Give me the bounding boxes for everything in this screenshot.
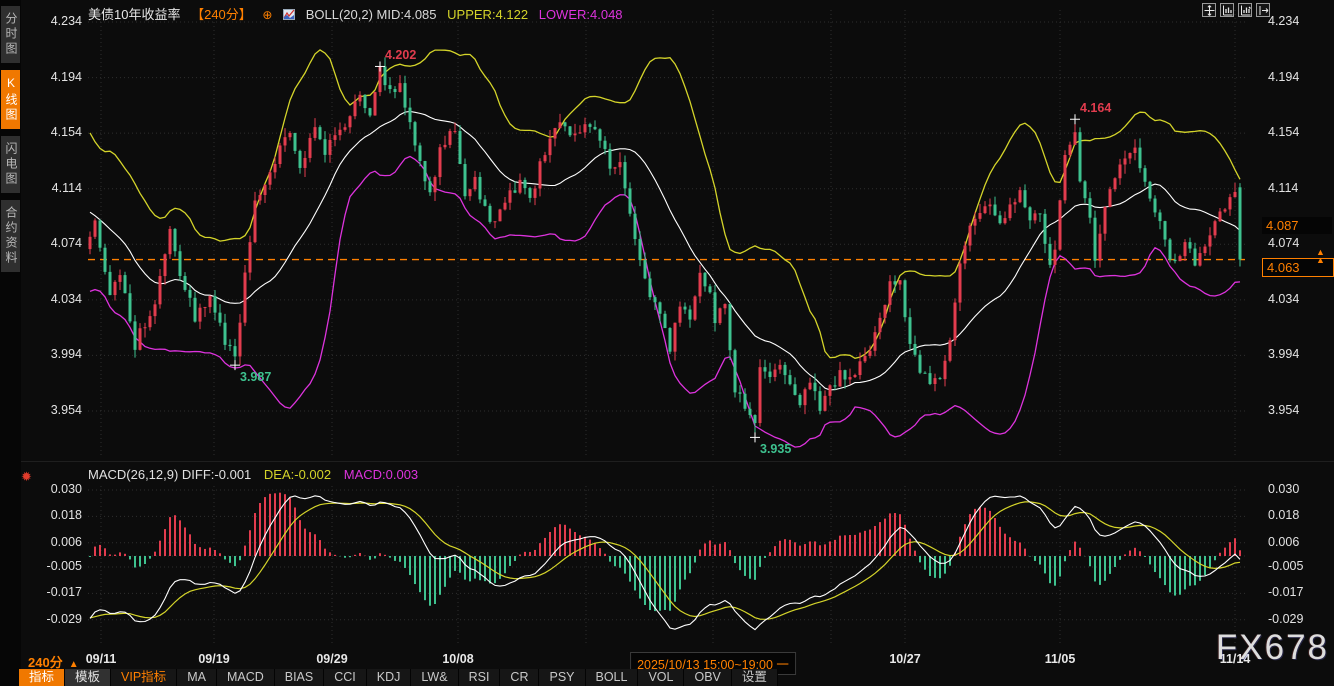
y-axis-label-right: 4.034 — [1268, 292, 1334, 306]
x-axis-date-label: 09/19 — [198, 652, 229, 666]
y-axis-label-right: 4.194 — [1268, 70, 1334, 84]
indicator-tab[interactable]: MA — [177, 669, 217, 686]
indicator-tab[interactable]: PSY — [539, 669, 585, 686]
y-axis-label-right: 4.114 — [1268, 181, 1334, 195]
macd-settings-icon[interactable]: ✹ — [21, 469, 32, 485]
macd-axis-label-right: 0.030 — [1268, 482, 1334, 496]
x-axis-date-label: 10/27 — [889, 652, 920, 666]
macd-axis-label-right: -0.017 — [1268, 585, 1334, 599]
sidebar-tab-item[interactable]: 合约资料 — [1, 200, 20, 272]
macd-dea-readout: DEA:-0.002 — [264, 467, 331, 482]
macd-axis-label-right: -0.029 — [1268, 612, 1334, 626]
pan-tool-button[interactable] — [1202, 3, 1216, 17]
y-axis-label-right: 3.954 — [1268, 403, 1334, 417]
current-price-tag: 4.087 — [1262, 217, 1332, 234]
macd-axis-label-right: 0.006 — [1268, 535, 1334, 549]
step-right-button[interactable] — [1256, 3, 1270, 17]
chart-title-row: 美债10年收益率 【240分】 ⊕ BOLL(20,2) MID:4.085 U… — [88, 4, 630, 20]
x-axis-date-label: 09/29 — [316, 652, 347, 666]
indicator-tab[interactable]: RSI — [459, 669, 501, 686]
price-up-arrow-icon: ▲▲ — [1316, 248, 1325, 264]
boll-upper-readout: UPPER:4.122 — [447, 7, 528, 22]
indicator-tab[interactable]: CR — [500, 669, 539, 686]
indicator-toolbar: 指标模板VIP指标MAMACDBIASCCIKDJLW&RSICRPSYBOLL… — [19, 669, 778, 686]
indicator-tab[interactable]: CCI — [324, 669, 367, 686]
macd-axis-label-right: -0.005 — [1268, 559, 1334, 573]
symbol-name: 美债10年收益率 — [88, 7, 180, 22]
sidebar-tab-selected[interactable]: K线图 — [1, 70, 20, 129]
high-price-annotation: 4.202 — [385, 48, 416, 62]
macd-value-readout: MACD:0.003 — [344, 467, 418, 482]
high-price-annotation: 4.164 — [1080, 101, 1111, 115]
indicator-tab[interactable]: VIP指标 — [111, 669, 177, 686]
indicator-tab[interactable]: 设置 — [732, 669, 778, 686]
x-axis-date-label: 11/05 — [1045, 652, 1076, 666]
indicator-tab[interactable]: KDJ — [367, 669, 412, 686]
x-axis-date-label: 09/11 — [86, 652, 117, 666]
macd-header: MACD(26,12,9) DIFF:-0.001 DEA:-0.002 MAC… — [88, 467, 427, 482]
y-axis-label-right: 4.154 — [1268, 125, 1334, 139]
indicator-tab[interactable]: BIAS — [275, 669, 325, 686]
sidebar-tab-item[interactable]: 闪电图 — [1, 136, 20, 193]
kline-chart-canvas[interactable] — [0, 0, 1334, 686]
macd-axis-label-right: 0.018 — [1268, 508, 1334, 522]
mini-chart-icon — [283, 8, 295, 19]
indicator-tab[interactable]: LW& — [411, 669, 458, 686]
chart-application: 分时图 K线图闪电图合约资料 美债10年收益率 【240分】 ⊕ BOLL(20,… — [0, 0, 1334, 686]
target-icon[interactable]: ⊕ — [262, 8, 272, 22]
indicator-tab[interactable]: 指标 — [19, 669, 65, 686]
indicator-tab[interactable]: 模板 — [65, 669, 111, 686]
y-axis-label-right: 3.994 — [1268, 347, 1334, 361]
scale-axis-left-button[interactable] — [1220, 3, 1234, 17]
macd-diff-readout: MACD(26,12,9) DIFF:-0.001 — [88, 467, 251, 482]
panel-divider — [21, 461, 1334, 462]
sidebar-tab-item[interactable]: 分时图 — [1, 6, 20, 63]
boll-mid-readout: BOLL(20,2) MID:4.085 — [306, 7, 437, 22]
scale-axis-right-button[interactable] — [1238, 3, 1252, 17]
indicator-tab[interactable]: MACD — [217, 669, 275, 686]
indicator-tab[interactable]: VOL — [638, 669, 684, 686]
period-badge: 【240分】 — [191, 7, 252, 22]
low-price-annotation: 3.935 — [760, 442, 791, 456]
sidebar: 分时图 K线图闪电图合约资料 — [0, 0, 21, 686]
chart-toolbar — [1202, 3, 1270, 17]
period-text: 240分 — [28, 655, 63, 670]
indicator-tab[interactable]: BOLL — [586, 669, 639, 686]
y-axis-label-right: 4.234 — [1268, 14, 1334, 28]
indicator-tab[interactable]: OBV — [684, 669, 731, 686]
low-price-annotation: 3.987 — [240, 370, 271, 384]
fx678-watermark: FX678 — [1216, 628, 1329, 668]
boll-lower-readout: LOWER:4.048 — [539, 7, 623, 22]
x-axis-date-label: 10/08 — [442, 652, 473, 666]
